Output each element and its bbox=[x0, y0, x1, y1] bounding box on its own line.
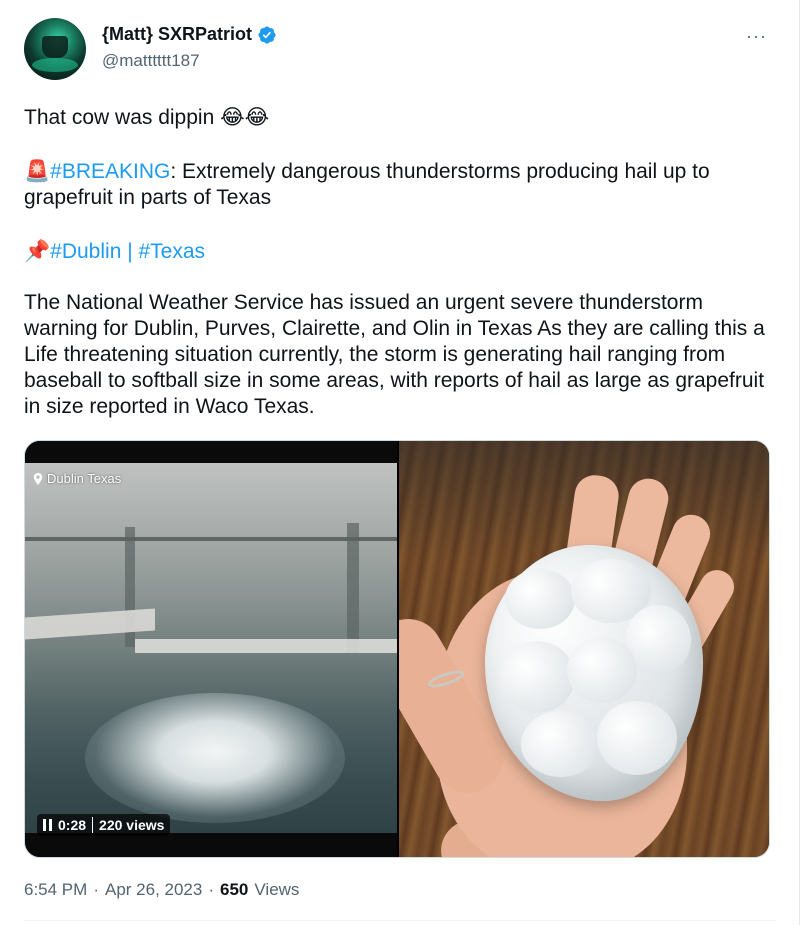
location-pin-icon bbox=[33, 472, 43, 485]
hailstone-photo[interactable] bbox=[399, 441, 769, 857]
video-views: 220 views bbox=[99, 817, 165, 833]
hashtag-texas-link[interactable]: #Texas bbox=[139, 240, 206, 263]
tweet-line-1-text: That cow was dippin bbox=[24, 106, 215, 129]
video-post bbox=[347, 523, 359, 653]
siren-emoji-icon: 🚨 bbox=[24, 159, 51, 183]
video-deck bbox=[25, 608, 155, 640]
video-status-bar: 0:28 220 views bbox=[37, 814, 171, 836]
more-options-icon[interactable]: ··· bbox=[746, 26, 767, 47]
tweet-line-1: That cow was dippin 😂😂 bbox=[24, 104, 774, 131]
author-display-name[interactable]: {Matt} SXRPatriot bbox=[102, 24, 252, 45]
video-status-separator bbox=[92, 817, 94, 833]
tweet-metadata: 6:54 PM · Apr 26, 2023 · 650 Views bbox=[24, 880, 299, 900]
avatar-glow bbox=[32, 58, 78, 72]
tweet-card: {Matt} SXRPatriot @matttttt187 ··· That … bbox=[0, 0, 800, 925]
tweet-date[interactable]: Apr 26, 2023 bbox=[105, 880, 202, 900]
video-location-text: Dublin Texas bbox=[47, 471, 122, 486]
divider bbox=[24, 920, 776, 921]
media-grid: Dublin Texas 0:28 220 views bbox=[24, 440, 770, 858]
tweet-tags-paragraph: 📌#Dublin | #Texas bbox=[24, 238, 774, 265]
meta-dot: · bbox=[93, 880, 99, 899]
author-name-row: {Matt} SXRPatriot bbox=[102, 24, 277, 45]
pause-icon[interactable] bbox=[43, 819, 52, 831]
hail-lump bbox=[505, 569, 575, 629]
video-location-label: Dublin Texas bbox=[33, 471, 121, 486]
video-player[interactable]: Dublin Texas 0:28 220 views bbox=[25, 441, 397, 857]
hail-lump bbox=[521, 711, 601, 777]
avatar-figure bbox=[42, 36, 68, 58]
tweet-body-paragraph: The National Weather Service has issued … bbox=[24, 291, 765, 418]
video-deck bbox=[135, 639, 397, 653]
hashtag-dublin-link[interactable]: #Dublin bbox=[50, 240, 121, 263]
hashtag-breaking-link[interactable]: #BREAKING bbox=[50, 160, 170, 183]
verified-badge-icon bbox=[258, 25, 276, 44]
video-splash bbox=[85, 693, 345, 823]
author-handle[interactable]: @matttttt187 bbox=[102, 51, 200, 71]
hail-lump bbox=[597, 701, 677, 775]
laughing-emoji-icon: 😂😂 bbox=[220, 105, 270, 129]
hail-lump bbox=[567, 637, 637, 703]
video-frame bbox=[25, 463, 397, 833]
tweet-breaking-paragraph: 🚨#BREAKING: Extremely dangerous thunders… bbox=[24, 158, 774, 211]
video-rail bbox=[25, 537, 397, 541]
video-letterbox-bottom bbox=[25, 833, 397, 857]
avatar[interactable] bbox=[24, 18, 86, 80]
views-label: Views bbox=[254, 880, 300, 899]
pushpin-emoji-icon: 📌 bbox=[24, 239, 51, 263]
hail-lump bbox=[499, 641, 575, 713]
video-time: 0:28 bbox=[58, 817, 87, 833]
video-letterbox-top bbox=[25, 441, 397, 463]
meta-dot: · bbox=[208, 880, 215, 899]
hashtag-separator: | bbox=[121, 240, 139, 263]
tweet-time[interactable]: 6:54 PM bbox=[24, 880, 87, 900]
views-count: 650 bbox=[220, 880, 249, 899]
